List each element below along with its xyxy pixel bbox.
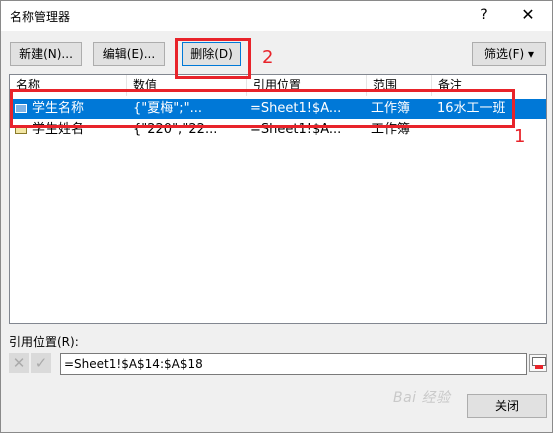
annotation-box-row <box>10 89 515 128</box>
window-title: 名称管理器 <box>10 10 71 24</box>
close-window-button[interactable]: ✕ <box>515 3 541 27</box>
confirm-edit-icon[interactable]: ✓ <box>31 353 51 373</box>
filter-dropdown-button[interactable]: 筛选(F) ▾ <box>472 42 546 66</box>
new-name-button[interactable]: 新建(N)... <box>10 42 82 66</box>
annotation-number-2: 2 <box>262 47 274 68</box>
cancel-edit-icon[interactable]: ✕ <box>9 353 29 373</box>
name-manager-dialog: 名称管理器 ? ✕ 新建(N)... 编辑(E)... 删除(D) 筛选(F) … <box>0 0 553 433</box>
annotation-box-delete <box>175 38 251 79</box>
close-button[interactable]: 关闭 <box>467 394 547 418</box>
title-bar: 名称管理器 ? ✕ <box>1 1 552 31</box>
range-arrow-glyph <box>535 365 543 369</box>
collapse-dialog-icon[interactable] <box>529 354 547 372</box>
annotation-number-1: 1 <box>514 126 526 147</box>
watermark: Bai 经验 <box>393 390 451 406</box>
help-button[interactable]: ? <box>471 3 497 27</box>
edit-name-button[interactable]: 编辑(E)... <box>93 42 165 66</box>
refers-to-label: 引用位置(R): <box>9 335 79 349</box>
refers-to-input[interactable]: =Sheet1!$A$14:$A$18 <box>60 353 527 375</box>
